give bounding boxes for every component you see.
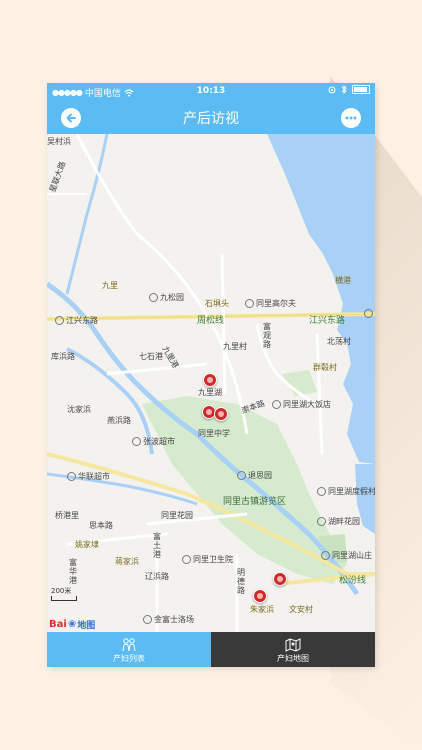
map-label-text: 湖畔花园: [328, 517, 360, 526]
map-label-text: 退思园: [248, 471, 272, 480]
map-label: 富土港: [153, 532, 161, 559]
map-label: 九里湖: [198, 388, 222, 397]
map-label: 七石港: [139, 352, 163, 361]
map-label: 同里高尔夫: [245, 298, 296, 309]
map-view[interactable]: 吴村浜 星联大路 九里 九松园 石埧头 同里高尔夫 江兴东路 周松线 江兴东路 …: [47, 134, 375, 632]
location-icon: [328, 86, 336, 93]
poi-icon: [149, 293, 158, 302]
visit-location-pin[interactable]: [253, 589, 267, 603]
map-label: 退思园: [237, 470, 272, 481]
map-label: 同里中学: [198, 429, 230, 438]
page-title: 产后访视: [183, 111, 239, 127]
more-dots-icon: [345, 116, 357, 120]
map-label: 朱家浜: [250, 605, 274, 614]
map-label: 同里花园: [161, 511, 193, 520]
scale-label: 200米: [51, 587, 72, 595]
map-logo: Bai ❀ 地图: [49, 618, 95, 631]
map-label: 江兴东路: [55, 315, 98, 326]
map-label: 同里古镇游览区: [223, 497, 287, 507]
scale-bar: [51, 596, 77, 601]
map-label: 松汾线: [339, 576, 367, 586]
map-label: 湖畔花园: [317, 516, 360, 527]
map-label: 江兴东路: [309, 316, 346, 326]
map-label: 明德路: [237, 568, 245, 595]
poi-icon: [132, 437, 141, 446]
map-label: 库浜路: [51, 352, 75, 361]
bluetooth-icon: [341, 85, 347, 94]
map-label-text: 同里卫生院: [193, 555, 233, 564]
map-label: 九里村: [223, 342, 247, 351]
map-label: 九里: [102, 281, 118, 290]
logo-suffix: 地图: [77, 621, 96, 631]
map-label-text: 同里湖大饭店: [283, 400, 331, 409]
map-label: 同里卫生院: [182, 554, 233, 565]
map-label: 富观路: [263, 322, 271, 349]
map-label-text: 金富士洛场: [154, 615, 194, 624]
tab-label: 产妇列表: [113, 654, 145, 663]
logo-text: Bai: [49, 619, 67, 630]
map-label: 华联超市: [67, 471, 110, 482]
phone-screen: ●●●●● 中国电信 10:13 产后访视 吴村浜 星联大路 九里 九松园 石埧…: [47, 83, 375, 667]
map-icon: [285, 638, 301, 652]
river-4: [65, 134, 109, 295]
map-label: [364, 309, 375, 318]
map-label: 思本路: [89, 521, 113, 530]
more-button[interactable]: [341, 108, 361, 128]
poi-icon: [364, 309, 373, 318]
visit-location-pin[interactable]: [203, 373, 217, 387]
poi-icon: [317, 487, 326, 496]
map-label: 九松园: [149, 292, 184, 303]
map-label: 燕浜路: [107, 416, 131, 425]
people-icon: [122, 638, 136, 652]
map-label: 金富士洛场: [143, 614, 194, 625]
status-time: 10:13: [196, 86, 226, 96]
poi-icon: [55, 316, 64, 325]
map-label: 同里湖大饭店: [272, 399, 331, 410]
tab-bar: 产妇列表 产妇地图: [47, 632, 375, 667]
poi-icon: [182, 555, 191, 564]
tab-mother-list[interactable]: 产妇列表: [47, 632, 211, 667]
map-label: 北荡村: [327, 337, 351, 346]
map-scale: 200米: [51, 586, 77, 601]
poi-icon: [67, 472, 76, 481]
map-label: 横港: [335, 276, 351, 285]
map-label-text: 同里湖度假村: [328, 487, 375, 496]
map-label: 富华港: [69, 558, 77, 585]
map-label: 石埧头: [205, 299, 229, 308]
map-label: 文安村: [289, 605, 313, 614]
map-label: 同里湖山庄: [321, 550, 372, 561]
map-label-text: 江兴东路: [66, 316, 98, 325]
map-label-text: 同里高尔夫: [256, 299, 296, 308]
poi-icon: [317, 517, 326, 526]
map-label: 姚家埭: [75, 540, 99, 549]
map-label-text: 华联超市: [78, 472, 110, 481]
tab-label: 产妇地图: [277, 654, 309, 663]
nav-bar: 产后访视: [47, 100, 375, 134]
map-label: 张波超市: [132, 436, 175, 447]
paw-icon: ❀: [67, 619, 77, 630]
map-label: 吴村浜: [47, 137, 71, 146]
map-label-text: 张波超市: [143, 437, 175, 446]
poi-icon: [143, 615, 152, 624]
map-label: 同里湖度假村: [317, 486, 375, 497]
poi-icon: [245, 299, 254, 308]
status-bar: ●●●●● 中国电信 10:13: [47, 83, 375, 100]
poi-icon: [237, 471, 246, 480]
map-label: 沈家浜: [67, 405, 91, 414]
map-label: 桥港里: [55, 511, 79, 520]
map-label: 蒋家浜: [115, 557, 139, 566]
status-right: [328, 85, 370, 94]
map-label-text: 九松园: [160, 293, 184, 302]
visit-location-pin[interactable]: [273, 572, 287, 586]
map-label: 群毂村: [313, 363, 337, 372]
map-label-text: 同里湖山庄: [332, 551, 372, 560]
map-label: 辽浜路: [145, 572, 169, 581]
poi-icon: [272, 400, 281, 409]
road-white-9: [315, 333, 324, 455]
battery-icon: [352, 85, 370, 94]
visit-location-pin[interactable]: [214, 407, 228, 421]
tab-mother-map[interactable]: 产妇地图: [211, 632, 375, 667]
map-label: 周松线: [197, 316, 225, 326]
poi-icon: [321, 551, 330, 560]
